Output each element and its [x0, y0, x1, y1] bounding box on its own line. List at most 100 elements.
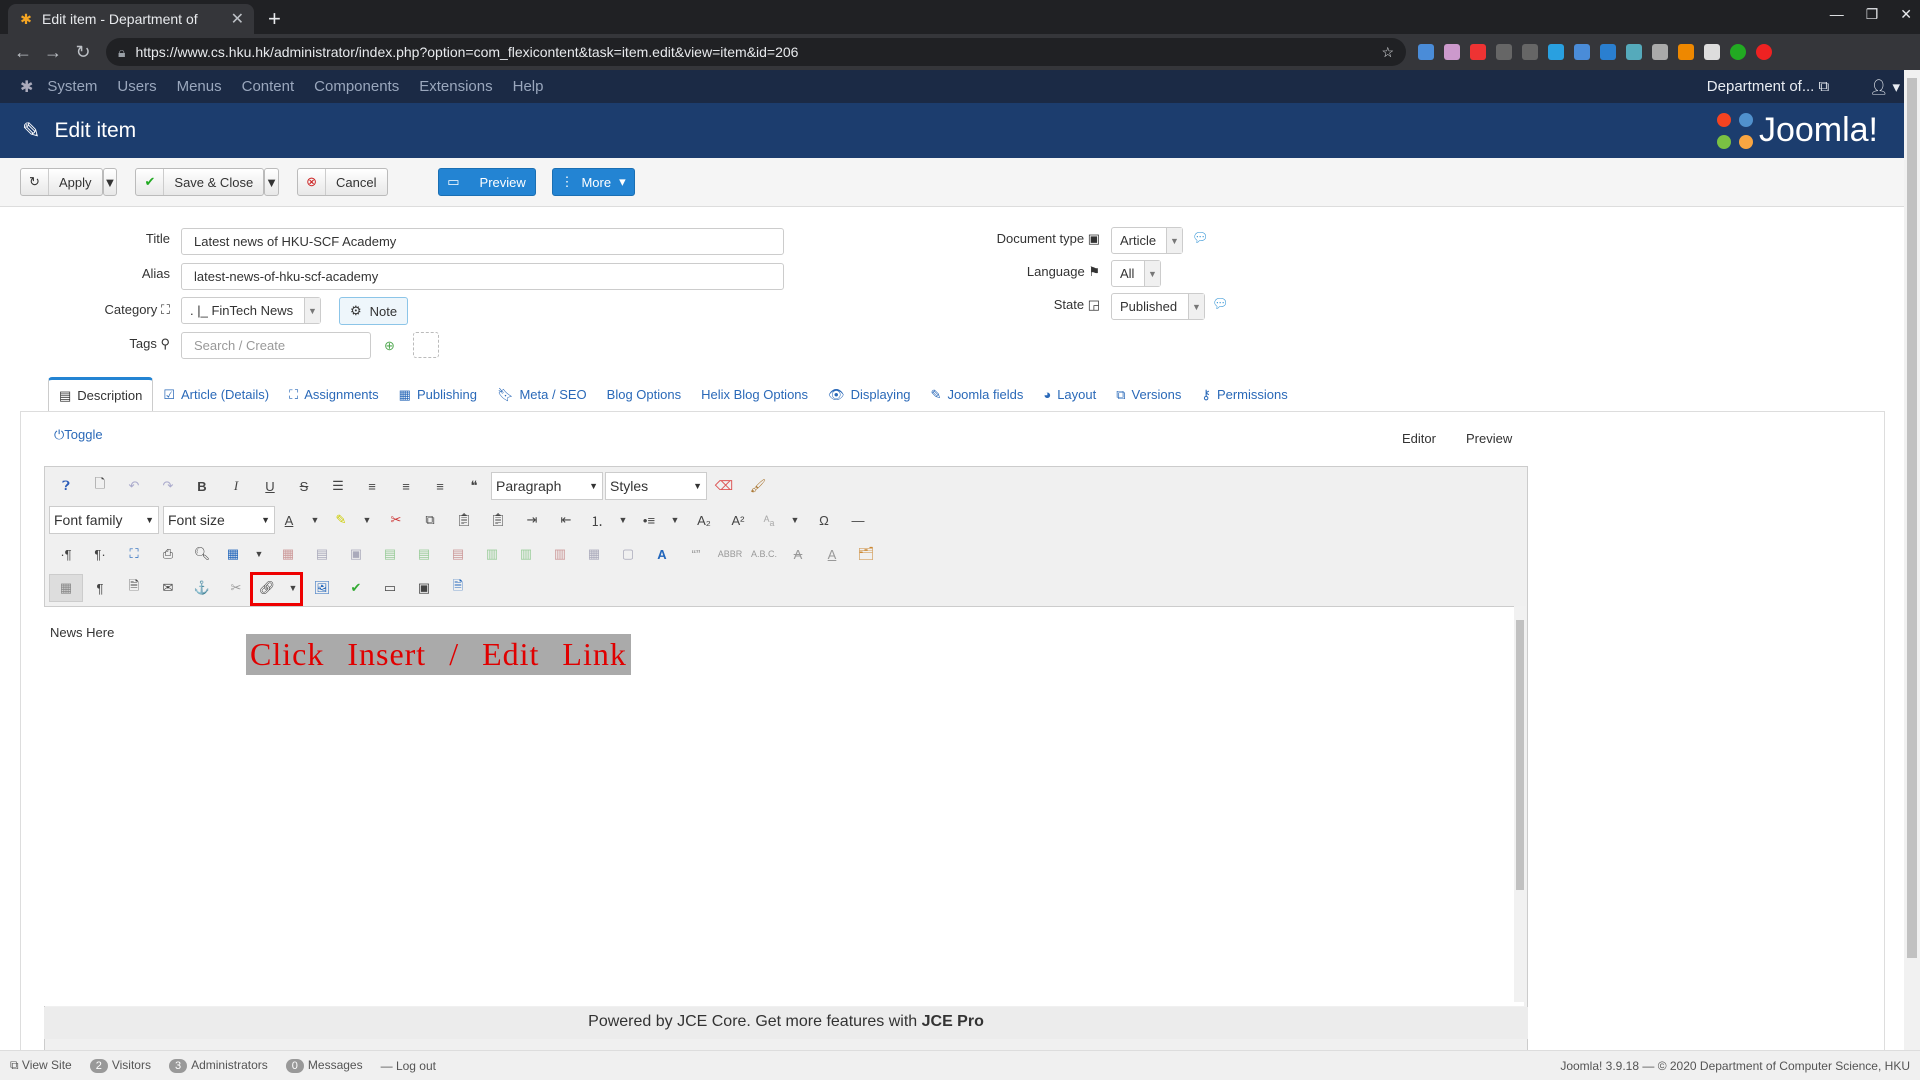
view-site-link[interactable]: ⧉ View Site: [10, 1058, 72, 1073]
language-select[interactable]: All ▼: [1111, 260, 1161, 287]
font-size-select[interactable]: Font size ▼: [163, 506, 275, 534]
tab-helix-blog-options[interactable]: Helix Blog Options: [691, 377, 818, 412]
scrollbar-thumb[interactable]: [1516, 620, 1524, 890]
cell-props-icon[interactable]: ▣: [339, 540, 373, 568]
menu-users[interactable]: Users: [117, 78, 156, 95]
editor-scrollbar[interactable]: [1514, 606, 1526, 1002]
extension-icon[interactable]: [1704, 44, 1720, 60]
tab-meta-seo[interactable]: 🔖︎ Meta / SEO: [487, 377, 597, 412]
preview-doc-icon[interactable]: 🗎: [441, 574, 475, 602]
apply-dropdown-button[interactable]: ▼: [102, 168, 118, 196]
tab-layout[interactable]: ◕ Layout: [1033, 377, 1106, 412]
toggle-editor-link[interactable]: ⏻Toggle: [54, 427, 103, 443]
forward-icon[interactable]: →: [38, 42, 68, 63]
merge-cells-icon[interactable]: ▢: [611, 540, 645, 568]
print-icon[interactable]: ⎙: [151, 540, 185, 568]
chevron-down-icon[interactable]: ▼: [303, 506, 327, 534]
eraser-icon[interactable]: ⌫: [707, 472, 741, 500]
browser-tab[interactable]: ✱ Edit item - Department of ✕: [8, 4, 254, 34]
extension-icon[interactable]: [1522, 44, 1538, 60]
state-select[interactable]: Published ▼: [1111, 293, 1205, 320]
alias-input[interactable]: latest-news-of-hku-scf-academy: [181, 263, 784, 290]
save-close-button[interactable]: ✔ Save & Close: [135, 168, 265, 196]
special-char-icon[interactable]: Ω: [807, 506, 841, 534]
extension-icon[interactable]: [1496, 44, 1512, 60]
extension-icon[interactable]: [1574, 44, 1590, 60]
indent-icon[interactable]: ⇥: [515, 506, 549, 534]
comment-icon[interactable]: 💬︎: [1192, 230, 1209, 246]
col-before-icon[interactable]: ▥: [475, 540, 509, 568]
table-icon[interactable]: ▦: [219, 540, 247, 568]
blockquote-icon[interactable]: ❝: [457, 472, 491, 500]
underline-icon[interactable]: U: [253, 472, 287, 500]
paste-icon[interactable]: 📋︎: [447, 506, 481, 534]
ltr-icon[interactable]: ·¶: [49, 540, 83, 568]
add-tag-icon[interactable]: ⊕: [384, 338, 395, 354]
chevron-down-icon[interactable]: ▼: [355, 506, 379, 534]
image-icon[interactable]: 🖼︎: [305, 574, 339, 602]
bold-icon[interactable]: B: [185, 472, 219, 500]
paragraph-select[interactable]: Paragraph ▼: [491, 472, 603, 500]
col-after-icon[interactable]: ▥: [509, 540, 543, 568]
menu-system[interactable]: System: [47, 78, 97, 95]
chevron-down-icon[interactable]: ▼: [663, 506, 687, 534]
cleanup-brush-icon[interactable]: 🖌︎: [741, 472, 775, 500]
delete-col-icon[interactable]: ▥: [543, 540, 577, 568]
article-break-icon[interactable]: ▭: [373, 574, 407, 602]
template-icon[interactable]: 🗎: [117, 574, 151, 602]
close-window-icon[interactable]: ✕: [1900, 6, 1912, 23]
more-button[interactable]: ⋮ More ▾: [551, 168, 635, 196]
tab-publishing[interactable]: ▦ Publishing: [389, 377, 487, 412]
page-scrollbar-thumb[interactable]: [1907, 78, 1917, 958]
style-props-icon[interactable]: A: [645, 540, 679, 568]
attributes-icon[interactable]: 🗂︎: [849, 540, 883, 568]
extension-icon[interactable]: [1548, 44, 1564, 60]
menu-components[interactable]: Components: [314, 78, 399, 95]
extension-icon[interactable]: [1600, 44, 1616, 60]
jce-pro-link[interactable]: JCE Pro: [922, 1013, 984, 1030]
horizontal-rule-icon[interactable]: —: [841, 506, 875, 534]
align-justify-icon[interactable]: ☰: [321, 472, 355, 500]
tab-description[interactable]: ▤ Description: [48, 377, 154, 412]
category-select[interactable]: . |_ FinTech News ▼: [181, 297, 321, 324]
tab-versions[interactable]: ⧉ Versions: [1106, 377, 1191, 412]
page-scrollbar[interactable]: [1904, 70, 1920, 1080]
outdent-icon[interactable]: ⇤: [549, 506, 583, 534]
tab-displaying[interactable]: 👁︎ Displaying: [818, 377, 921, 412]
align-center-icon[interactable]: ≡: [355, 472, 389, 500]
tag-dropzone[interactable]: [413, 332, 439, 358]
menu-help[interactable]: Help: [513, 78, 544, 95]
unlink-icon[interactable]: ✂: [219, 574, 253, 602]
title-input[interactable]: Latest news of HKU-SCF Academy: [181, 228, 784, 255]
search-replace-icon[interactable]: 🔍︎: [185, 540, 219, 568]
fullscreen-icon[interactable]: ⛶: [117, 540, 151, 568]
back-icon[interactable]: ←: [8, 42, 38, 63]
chevron-down-icon[interactable]: ▼: [247, 540, 271, 568]
extension-icon[interactable]: [1470, 44, 1486, 60]
save-dropdown-button[interactable]: ▼: [264, 168, 280, 196]
styles-select[interactable]: Styles ▼: [605, 472, 707, 500]
delete-row-icon[interactable]: ▤: [441, 540, 475, 568]
show-blocks-icon[interactable]: ¶: [83, 574, 117, 602]
bookmark-star-icon[interactable]: ☆: [1381, 44, 1394, 61]
extension-icon[interactable]: [1652, 44, 1668, 60]
spellcheck-language-icon[interactable]: ᴬₐ: [755, 506, 783, 534]
visual-aid-icon[interactable]: ▦: [49, 574, 83, 602]
undo-icon[interactable]: ↶: [117, 472, 151, 500]
new-document-icon[interactable]: 🗋: [83, 472, 117, 500]
tab-blog-options[interactable]: Blog Options: [597, 377, 691, 412]
tab-joomla-fields[interactable]: ✎ Joomla fields: [921, 377, 1034, 412]
user-icon[interactable]: 👤︎ ▾: [1869, 78, 1900, 96]
reload-icon[interactable]: ↻: [68, 42, 98, 63]
joomla-icon[interactable]: ✱: [20, 77, 33, 97]
menu-menus[interactable]: Menus: [177, 78, 222, 95]
acronym-icon[interactable]: A.B.C.: [747, 540, 781, 568]
menu-extensions[interactable]: Extensions: [419, 78, 492, 95]
chevron-down-icon[interactable]: ▼: [611, 506, 635, 534]
align-left-icon[interactable]: ≡: [389, 472, 423, 500]
tab-article-details[interactable]: ☑ Article (Details): [153, 377, 279, 412]
anchor-icon[interactable]: ⚓: [185, 574, 219, 602]
text-color-icon[interactable]: A: [275, 506, 303, 534]
update-icon[interactable]: [1756, 44, 1772, 60]
superscript-icon[interactable]: A²: [721, 506, 755, 534]
